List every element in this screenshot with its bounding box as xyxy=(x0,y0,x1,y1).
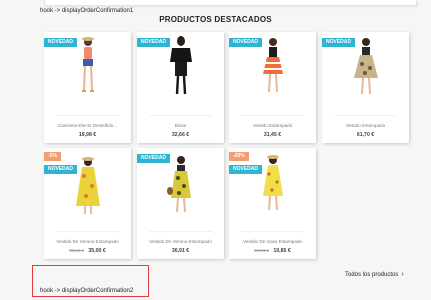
product-name[interactable]: Blusa xyxy=(141,123,220,128)
product-name[interactable]: Vestido De Verano Estampado xyxy=(48,239,127,244)
price-row: 24,81 € 19,85 € xyxy=(229,248,316,254)
product-card[interactable]: NOVEDAD Vestido Estampado 61,70 € xyxy=(322,32,409,143)
product-card[interactable]: NOVEDAD Vestido Estampado 31,45 € xyxy=(229,32,316,143)
card-divider xyxy=(149,231,212,232)
product-price: 35,00 € xyxy=(88,248,106,254)
product-price: 19,98 € xyxy=(78,132,97,138)
product-card[interactable]: NOVEDAD Camiseta Efecto Desteñido... 19,… xyxy=(44,32,131,143)
card-divider xyxy=(56,231,119,232)
product-price: 31,45 € xyxy=(263,132,282,138)
product-name[interactable]: Vestido Estampado xyxy=(326,123,405,128)
previous-section-box xyxy=(44,0,417,6)
product-price: 32,66 € xyxy=(171,132,190,138)
product-card[interactable]: -20% NOVEDAD Vestido De Gasa Estampado 2… xyxy=(229,148,316,259)
new-badge: NOVEDAD xyxy=(44,38,78,47)
chevron-right-icon: › xyxy=(401,271,404,278)
product-name[interactable]: Camiseta Efecto Desteñido... xyxy=(48,123,127,128)
new-badge: NOVEDAD xyxy=(137,154,171,163)
product-price: 19,85 € xyxy=(273,248,291,254)
all-products-label: Todos los productos xyxy=(345,272,399,278)
card-divider xyxy=(241,231,304,232)
discount-badge: -20% xyxy=(229,152,249,161)
product-card[interactable]: -5% NOVEDAD Vestido De Verano Estampado … xyxy=(44,148,131,259)
product-card[interactable]: NOVEDAD Blusa 32,66 € xyxy=(137,32,224,143)
price-row: 32,66 € xyxy=(137,132,224,138)
card-divider xyxy=(241,115,304,116)
new-badge: NOVEDAD xyxy=(229,165,263,174)
product-price: 36,91 € xyxy=(171,248,190,254)
card-divider xyxy=(56,115,119,116)
hook-text-confirmation2: hook -> displayOrderConfirmation2 xyxy=(40,288,134,294)
product-name[interactable]: Vestido De Verano Estampado xyxy=(141,239,220,244)
section-title: PRODUCTOS DESTACADOS xyxy=(159,15,272,24)
card-divider xyxy=(149,115,212,116)
hook-text-confirmation1: hook -> displayOrderConfirmation1 xyxy=(40,8,134,14)
price-row: 61,70 € xyxy=(322,132,409,138)
new-badge: NOVEDAD xyxy=(229,38,263,47)
price-row: 19,98 € xyxy=(44,132,131,138)
old-price: 24,81 € xyxy=(254,248,269,253)
product-name[interactable]: Vestido Estampado xyxy=(233,123,312,128)
all-products-link[interactable]: Todos los productos › xyxy=(345,271,404,278)
price-row: 36,91 € xyxy=(137,248,224,254)
card-divider xyxy=(334,115,397,116)
discount-badge: -5% xyxy=(44,152,61,161)
product-price: 61,70 € xyxy=(356,132,375,138)
old-price: 36,61 € xyxy=(69,248,84,253)
product-card[interactable]: NOVEDAD Vestido De Verano Estampado 36,9… xyxy=(137,148,224,259)
new-badge: NOVEDAD xyxy=(44,165,78,174)
new-badge: NOVEDAD xyxy=(322,38,356,47)
price-row: 31,45 € xyxy=(229,132,316,138)
product-name[interactable]: Vestido De Gasa Estampado xyxy=(233,239,312,244)
new-badge: NOVEDAD xyxy=(137,38,171,47)
price-row: 36,61 € 35,00 € xyxy=(44,248,131,254)
